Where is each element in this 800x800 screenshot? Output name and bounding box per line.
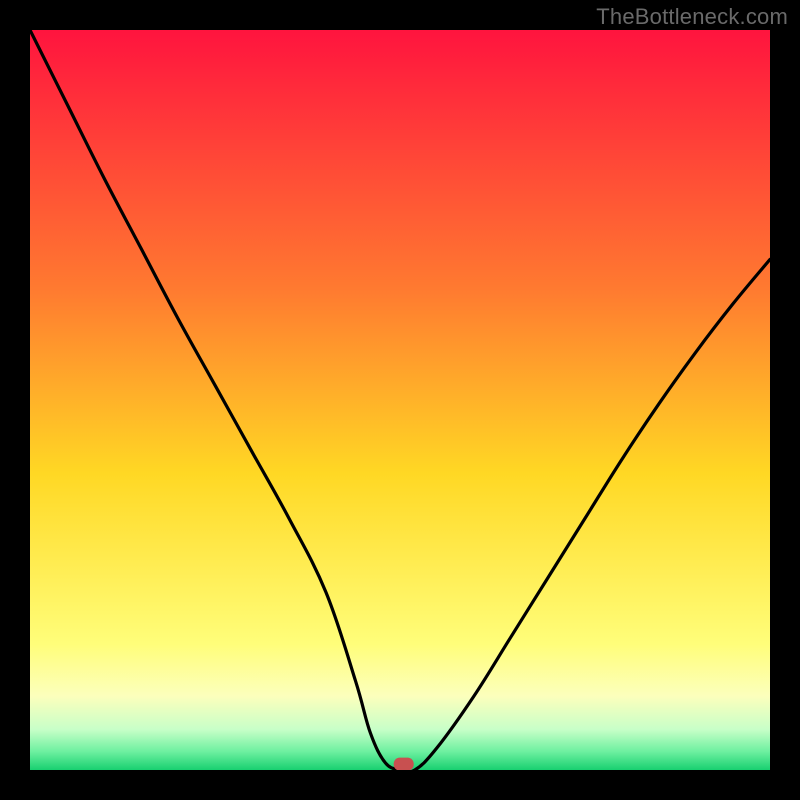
optimal-marker — [394, 758, 414, 770]
gradient-background — [30, 30, 770, 770]
chart-svg — [30, 30, 770, 770]
chart-frame: TheBottleneck.com — [0, 0, 800, 800]
watermark-text: TheBottleneck.com — [596, 4, 788, 30]
plot-area — [30, 30, 770, 770]
